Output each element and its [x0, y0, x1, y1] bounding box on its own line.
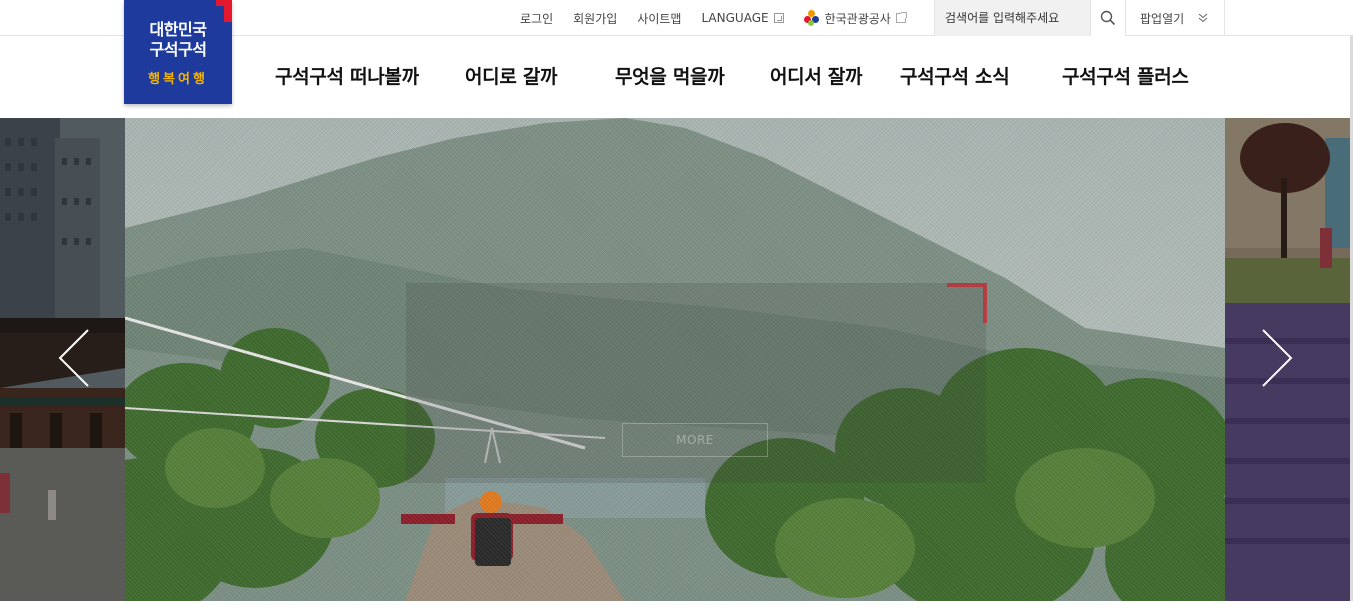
- language-link[interactable]: LANGUAGE: [701, 11, 784, 25]
- popup-open-button[interactable]: 팝업열기: [1126, 0, 1225, 36]
- utility-links: 로그인 회원가입 사이트맵 LANGUAGE 한국관광공사: [520, 0, 907, 36]
- nav-item-plus[interactable]: 구석구석 플러스: [1062, 62, 1189, 89]
- next-slide-button[interactable]: [1258, 328, 1298, 388]
- search-button[interactable]: [1090, 0, 1126, 36]
- login-link[interactable]: 로그인: [520, 10, 553, 27]
- site-logo[interactable]: 대한민국 구석구석 행복여행: [124, 0, 232, 104]
- chevron-down-double-icon: [1198, 13, 1208, 23]
- sitemap-link[interactable]: 사이트맵: [637, 10, 681, 27]
- search-input[interactable]: [935, 0, 1090, 36]
- external-link-icon: [895, 12, 907, 23]
- search-box: [934, 0, 1090, 36]
- logo-line-3: 행복여행: [148, 72, 208, 87]
- chevron-right-icon: [1262, 329, 1293, 387]
- language-label: LANGUAGE: [701, 11, 769, 25]
- kto-label: 한국관광공사: [824, 11, 891, 26]
- more-button[interactable]: MORE: [622, 423, 768, 457]
- nav-item-travel[interactable]: 구석구석 떠나볼까: [275, 62, 419, 89]
- kto-logo-icon: [803, 10, 820, 26]
- logo-line-2: 구석구석: [149, 40, 207, 59]
- prev-slide-button[interactable]: [55, 328, 95, 388]
- signup-link[interactable]: 회원가입: [573, 10, 617, 27]
- nav-item-where-to-stay[interactable]: 어디서 잘까: [770, 62, 863, 89]
- popup-label: 팝업열기: [1140, 11, 1185, 26]
- chevron-left-icon: [58, 329, 89, 387]
- bottom-strip: [0, 601, 1353, 611]
- main-visual-slider: MORE: [0, 118, 1353, 601]
- nav-item-where-to-go[interactable]: 어디로 갈까: [465, 62, 558, 89]
- caption-corner-accent: [947, 283, 987, 323]
- dropdown-box-icon: [773, 13, 784, 23]
- kto-link[interactable]: 한국관광공사: [803, 10, 907, 27]
- search-icon: [1100, 10, 1116, 26]
- nav-item-news[interactable]: 구석구석 소식: [900, 62, 1010, 89]
- nav-item-what-to-eat[interactable]: 무엇을 먹을까: [615, 62, 725, 89]
- logo-line-1: 대한민국: [149, 20, 207, 39]
- logo-accent-top: [216, 0, 232, 6]
